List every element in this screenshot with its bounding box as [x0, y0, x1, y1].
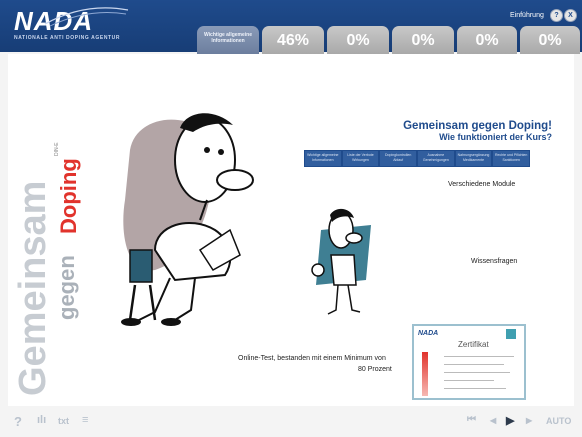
logo-subtitle: NATIONALE ANTI DOPING AGENTUR — [14, 35, 121, 41]
module-item[interactable]: Dopingkontrollen Ablauf — [380, 151, 417, 166]
first-icon[interactable]: ⏮ — [467, 414, 476, 425]
module-item[interactable]: Wichtige allgemeine Informationen — [305, 151, 341, 166]
certificate-line — [444, 356, 514, 357]
logo-swoosh-icon — [44, 7, 129, 27]
side-title-gegen: gegen — [54, 255, 79, 320]
help-circle-button[interactable]: ? — [550, 9, 563, 22]
cartoon-runner-illustration — [311, 208, 371, 315]
stats-icon[interactable]: ılı — [37, 414, 46, 426]
certificate-line — [444, 380, 494, 381]
app-frame: NADA NATIONALE ANTI DOPING AGENTUR Einfü… — [0, 0, 582, 437]
cartoon-man-illustration — [121, 113, 254, 326]
tab-module-1[interactable]: 46% — [262, 26, 324, 54]
module-bar: Wichtige allgemeine Informationen Liste … — [304, 150, 530, 167]
label-test-line2: 80 Prozent — [358, 366, 392, 373]
certificate-title: Zertifikat — [458, 340, 489, 349]
tab-module-5[interactable]: 0% — [520, 26, 580, 54]
tab-general-info[interactable]: Wichtige allgemeine Informationen — [197, 26, 259, 54]
tab-module-4[interactable]: 0% — [457, 26, 517, 54]
module-item[interactable]: Ausnahme Genehmigungen — [418, 151, 454, 166]
page-title-block: Gemeinsam gegen Doping! Wie funktioniert… — [403, 120, 552, 142]
certificate-badge-icon — [506, 329, 516, 339]
help-icon[interactable]: ? — [14, 414, 22, 429]
module-item[interactable]: Liste der Verbote Wirkungen — [342, 151, 379, 166]
header-bar: NADA NATIONALE ANTI DOPING AGENTUR Einfü… — [0, 0, 582, 54]
next-icon[interactable]: ▶ — [526, 416, 532, 425]
intro-label[interactable]: Einführung — [510, 12, 544, 19]
play-icon[interactable]: ▶ — [506, 414, 514, 427]
certificate-stripe — [422, 352, 428, 396]
menu-icon[interactable]: ≡ — [82, 414, 88, 426]
side-title-doping: Doping — [56, 158, 81, 234]
side-title-gemeinsam: Gemeinsam — [12, 180, 54, 396]
label-test-line1: Online-Test, bestanden mit einem Minimum… — [238, 355, 386, 362]
module-item[interactable]: Rechte und Pflichten Sanktionen — [493, 151, 530, 166]
label-questions: Wissensfragen — [471, 258, 518, 265]
label-modules: Verschiedene Module — [448, 181, 516, 188]
auto-button[interactable]: AUTO — [546, 416, 571, 426]
text-icon[interactable]: txt — [58, 416, 69, 426]
certificate-line — [444, 388, 506, 389]
module-item[interactable]: Nahrungsergänzung Medikamente — [455, 151, 492, 166]
tab-module-2[interactable]: 0% — [327, 26, 389, 54]
prev-icon[interactable]: ◀ — [490, 416, 496, 425]
page-subtitle: Wie funktioniert der Kurs? — [439, 132, 552, 142]
certificate-logo: NADA — [418, 330, 439, 337]
certificate-line — [444, 372, 510, 373]
close-circle-button[interactable]: X — [564, 9, 577, 22]
certificate-line — [444, 364, 504, 365]
tab-module-3[interactable]: 0% — [392, 26, 454, 54]
side-title-small: DIN-E — [54, 142, 60, 156]
page-title: Gemeinsam gegen Doping! — [403, 120, 552, 132]
certificate-thumbnail: NADA Zertifikat — [412, 324, 526, 400]
